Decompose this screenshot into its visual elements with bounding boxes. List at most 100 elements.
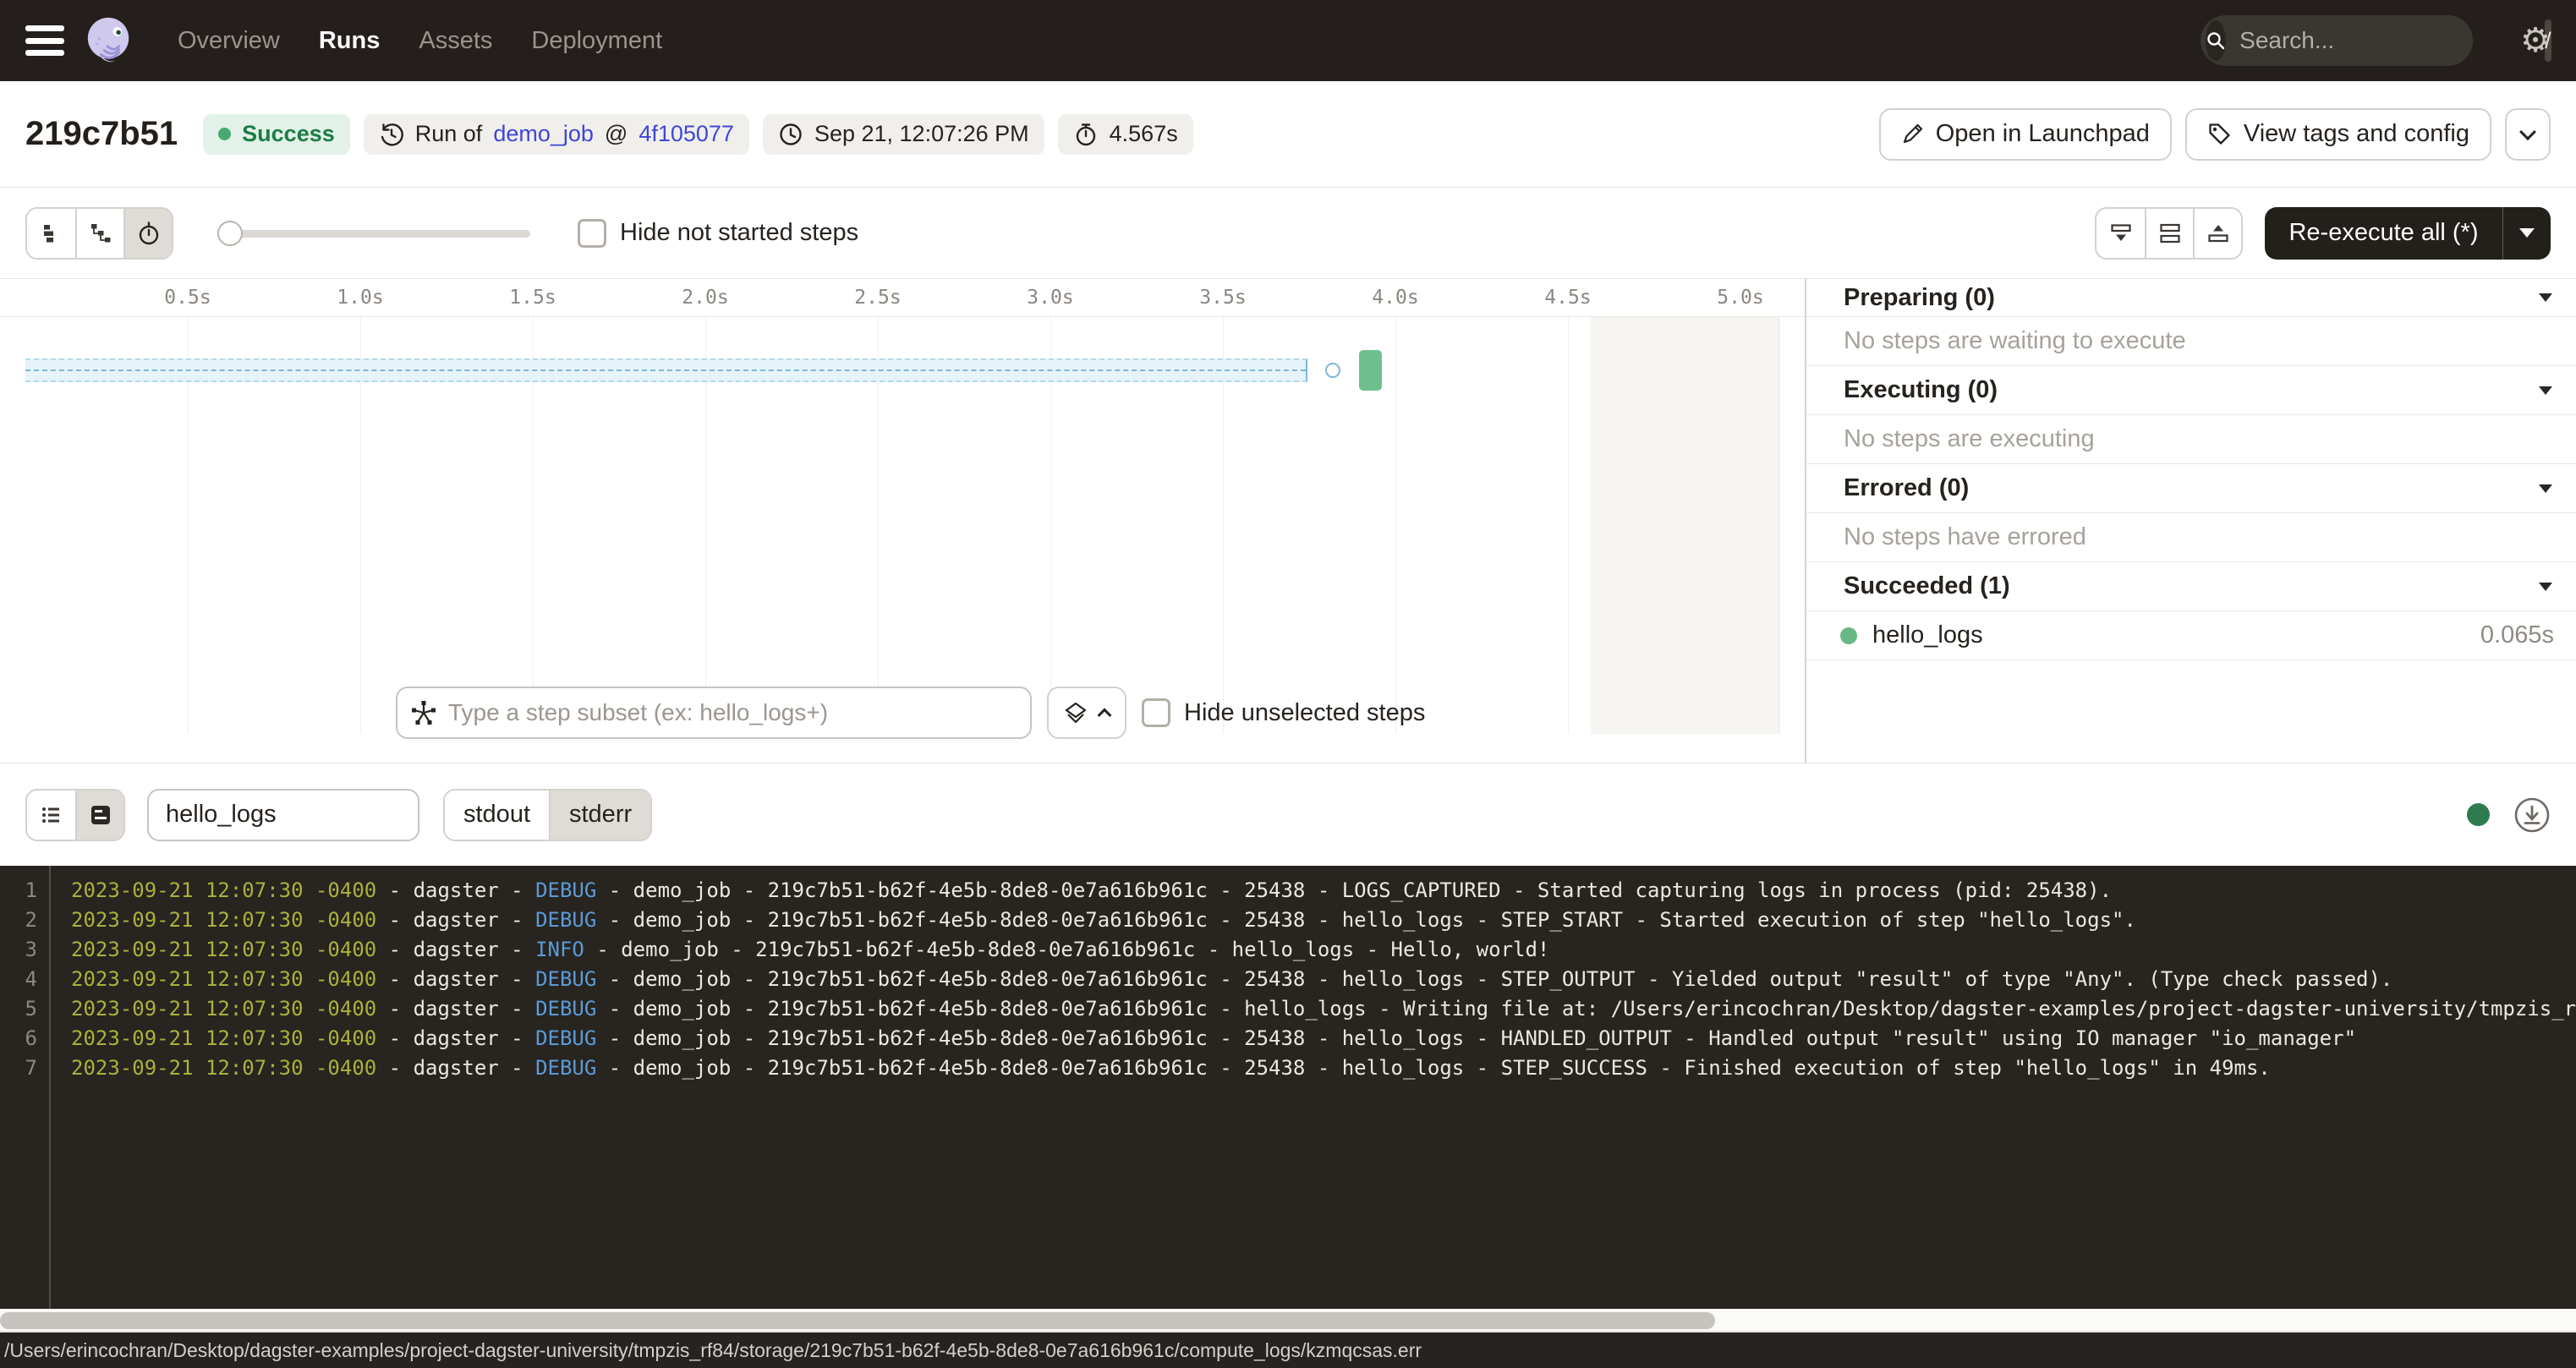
panel-section-header[interactable]: Errored (0): [1806, 464, 2576, 513]
axis-tick-label: 3.0s: [1027, 279, 1073, 317]
log-line: 32023-09-21 12:07:30 -0400 - dagster - I…: [0, 935, 2576, 965]
tab-stdout[interactable]: stdout: [445, 791, 549, 840]
nav-link-runs[interactable]: Runs: [319, 27, 381, 55]
log-line-number: 2: [0, 906, 37, 935]
expand-bottom-pane-button[interactable]: [2096, 209, 2145, 258]
panel-step-row[interactable]: hello_logs0.065s: [1806, 611, 2576, 660]
run-actions-dropdown-button[interactable]: [2505, 108, 2551, 161]
log-line-text: 2023-09-21 12:07:30 -0400 - dagster - DE…: [71, 1024, 2356, 1053]
hide-unselected-checkbox[interactable]: [1142, 698, 1170, 727]
clock-icon: [778, 122, 803, 147]
log-line-text: 2023-09-21 12:07:30 -0400 - dagster - DE…: [71, 906, 2136, 935]
duration-pill: 4.567s: [1058, 114, 1193, 155]
gantt-step-bar-hello-logs[interactable]: [1359, 350, 1382, 391]
scrollbar-thumb[interactable]: [0, 1312, 1715, 1329]
commit-link[interactable]: 4f105077: [639, 121, 734, 147]
log-file-path-bar: /Users/erincochran/Desktop/dagster-examp…: [0, 1332, 2576, 1368]
search-input[interactable]: [2239, 27, 2545, 54]
log-line: 62023-09-21 12:07:30 -0400 - dagster - D…: [0, 1024, 2576, 1053]
panel-section-header[interactable]: Succeeded (1): [1806, 562, 2576, 611]
log-view-segment: [25, 789, 125, 841]
zoom-slider-track[interactable]: [219, 230, 530, 238]
gantt-dependency-marker: [1325, 363, 1340, 378]
nav-link-deployment[interactable]: Deployment: [531, 27, 662, 55]
status-badge: Success: [203, 114, 350, 155]
expand-top-pane-button[interactable]: [2193, 209, 2241, 258]
log-horizontal-scrollbar[interactable]: [0, 1309, 2576, 1332]
step-duration: 0.065s: [2480, 621, 2554, 649]
log-line: 42023-09-21 12:07:30 -0400 - dagster - D…: [0, 965, 2576, 994]
log-line-number: 1: [0, 876, 37, 906]
log-line-text: 2023-09-21 12:07:30 -0400 - dagster - IN…: [71, 935, 1549, 965]
status-dot: [218, 128, 231, 140]
log-stream-status-dot: [2467, 803, 2490, 826]
flat-view-button[interactable]: [27, 209, 75, 258]
collapse-chevron-icon: [2539, 484, 2552, 493]
search-icon: [2206, 20, 2226, 61]
hide-not-started-label: Hide not started steps: [620, 219, 858, 247]
log-line-text: 2023-09-21 12:07:30 -0400 - dagster - DE…: [71, 994, 2576, 1024]
log-line-text: 2023-09-21 12:07:30 -0400 - dagster - DE…: [71, 876, 2112, 906]
log-file-path: /Users/erincochran/Desktop/dagster-examp…: [4, 1339, 1422, 1361]
step-subset-field[interactable]: [396, 687, 1032, 739]
view-tags-config-button[interactable]: View tags and config: [2185, 108, 2491, 161]
axis-tick-label: 2.5s: [854, 279, 901, 317]
gantt-view-mode-segment: [25, 207, 173, 260]
log-line-number: 7: [0, 1053, 37, 1083]
gear-icon[interactable]: ⚙: [2520, 24, 2551, 57]
structured-logs-button[interactable]: [27, 791, 75, 840]
timestamp-pill: Sep 21, 12:07:26 PM: [763, 114, 1044, 155]
nav-link-overview[interactable]: Overview: [178, 27, 280, 55]
reexecute-dropdown-button[interactable]: [2503, 207, 2551, 260]
panel-empty-message: No steps are executing: [1806, 415, 2576, 464]
timed-view-button[interactable]: [123, 209, 172, 258]
pencil-icon: [1901, 123, 1924, 145]
raw-logs-button[interactable]: [75, 791, 123, 840]
raw-log-viewer: 1 2023-09-21 12:07:30 -0400 - dagster - D…: [0, 866, 2576, 1309]
top-nav: Overview Runs Assets Deployment / ⚙: [0, 0, 2576, 81]
stdout-stderr-segment: stdout stderr: [443, 789, 652, 841]
reexecute-all-button[interactable]: Re-execute all (*): [2265, 207, 2502, 260]
gantt-chart: 0.5s1.0s1.5s2.0s2.5s3.0s3.5s4.0s4.5s5.0s…: [0, 279, 1805, 763]
hide-unselected-label: Hide unselected steps: [1184, 699, 1425, 727]
hide-not-started-checkbox-row[interactable]: Hide not started steps: [578, 219, 858, 248]
open-in-launchpad-button[interactable]: Open in Launchpad: [1879, 108, 2172, 161]
log-line-number: 5: [0, 994, 37, 1024]
tab-stderr[interactable]: stderr: [549, 791, 650, 840]
axis-tick-label: 5.0s: [1717, 279, 1763, 317]
zoom-slider[interactable]: [219, 221, 530, 246]
flat-list-icon: [39, 221, 64, 246]
axis-tick-label: 1.0s: [337, 279, 383, 317]
split-pane-icon: [2157, 221, 2183, 246]
chevron-down-icon: [2519, 123, 2536, 140]
job-link[interactable]: demo_job: [493, 121, 594, 147]
dagster-logo[interactable]: [83, 14, 135, 67]
log-filter-input[interactable]: [147, 789, 419, 841]
panel-section-header[interactable]: Preparing (0): [1806, 279, 2576, 317]
split-panes-button[interactable]: [2145, 209, 2193, 258]
hide-not-started-checkbox[interactable]: [578, 219, 606, 248]
hamburger-menu-icon[interactable]: [25, 25, 64, 56]
hide-unselected-checkbox-row[interactable]: Hide unselected steps: [1142, 698, 1425, 727]
step-subset-input[interactable]: [448, 699, 1017, 726]
download-icon[interactable]: [2513, 796, 2551, 834]
zoom-slider-handle[interactable]: [217, 221, 243, 246]
panel-section-title: Succeeded (1): [1844, 572, 2010, 600]
panel-section-header[interactable]: Executing (0): [1806, 366, 2576, 415]
step-success-dot: [1840, 627, 1857, 644]
chevron-down-icon: [2519, 228, 2535, 238]
log-line-text: 2023-09-21 12:07:30 -0400 - dagster - DE…: [71, 965, 2392, 994]
stopwatch-icon: [136, 221, 162, 246]
axis-tick-label: 2.0s: [682, 279, 728, 317]
global-search[interactable]: /: [2201, 15, 2473, 66]
panel-section-title: Preparing (0): [1844, 284, 1995, 312]
panel-section-title: Executing (0): [1844, 376, 1998, 404]
raw-terminal-icon: [88, 802, 113, 828]
nav-links: Overview Runs Assets Deployment: [178, 27, 662, 55]
collapse-chevron-icon: [2539, 386, 2552, 395]
graph-query-toggle-button[interactable]: [1047, 687, 1126, 739]
nav-link-assets[interactable]: Assets: [419, 27, 492, 55]
pane-up-icon: [2206, 221, 2231, 246]
waterfall-view-button[interactable]: [75, 209, 123, 258]
collapse-chevron-icon: [2539, 293, 2552, 302]
